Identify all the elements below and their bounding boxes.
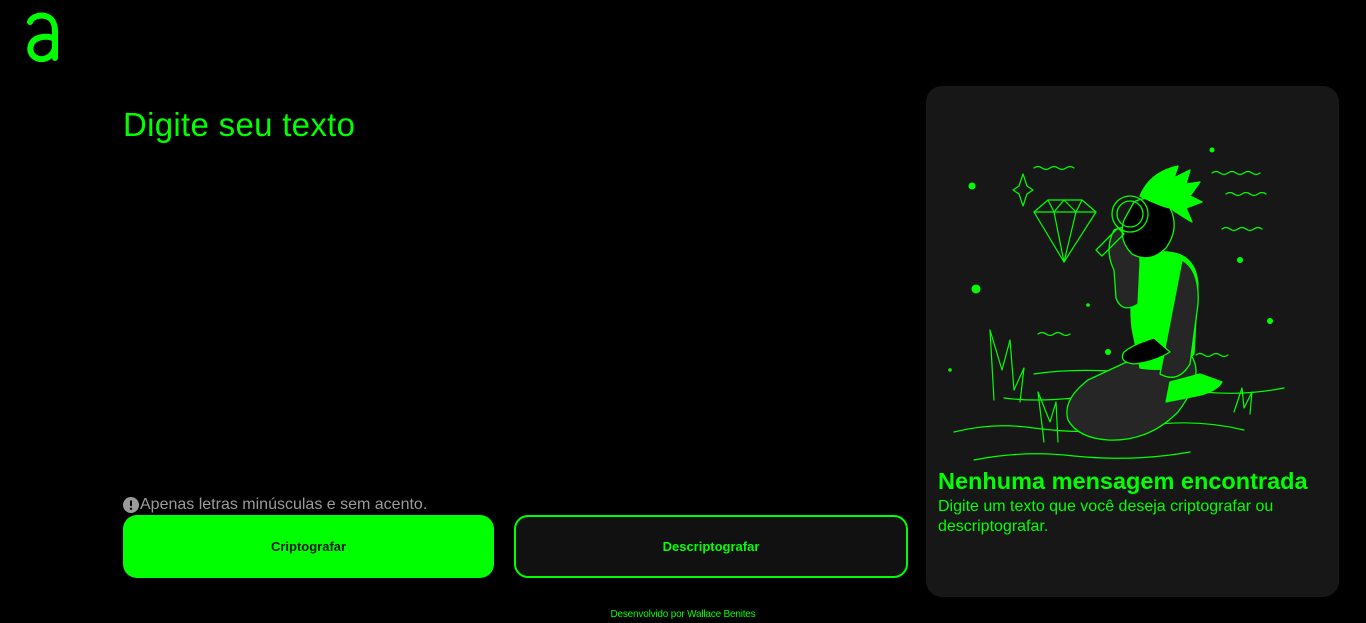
input-title: Digite seu texto — [123, 106, 356, 143]
alura-logo-icon[interactable] — [24, 12, 62, 64]
encrypt-button[interactable]: Criptografar — [123, 515, 494, 578]
person-with-magnifier-illustration — [948, 147, 1285, 461]
message-input[interactable] — [123, 150, 912, 489]
page: Digite seu texto Apenas letras minúscula… — [0, 0, 1366, 623]
output-panel: Nenhuma mensagem encontrada Digite um te… — [926, 86, 1339, 597]
exclamation-icon — [123, 497, 139, 513]
input-hint: Apenas letras minúsculas e sem acento. — [123, 496, 427, 514]
decrypt-button[interactable]: Descriptografar — [514, 515, 908, 578]
hint-text: Apenas letras minúsculas e sem acento. — [140, 496, 428, 513]
footer-credit: Desenvolvido por Wallace Benites — [610, 609, 756, 620]
output-text: Digite um texto que você deseja criptogr… — [938, 498, 1274, 535]
output-title: Nenhuma mensagem encontrada — [938, 468, 1308, 494]
